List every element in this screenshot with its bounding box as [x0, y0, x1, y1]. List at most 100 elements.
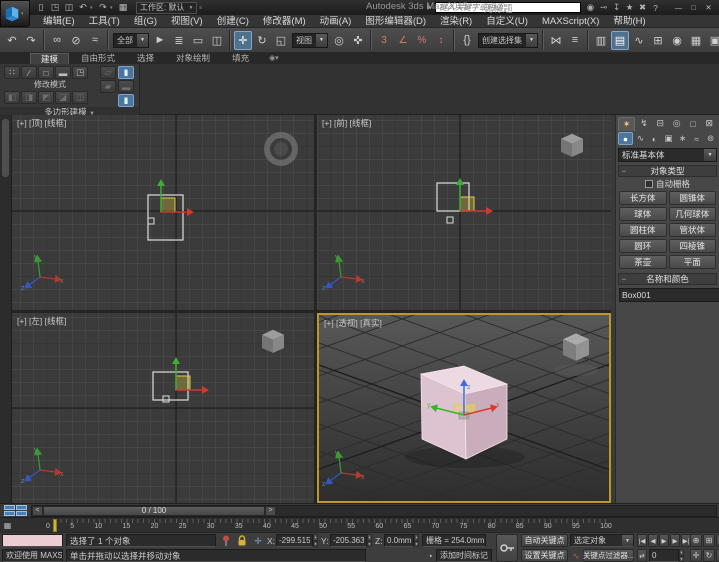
- create-tab[interactable]: ✶: [618, 117, 635, 131]
- object-name-field[interactable]: [619, 288, 719, 302]
- scrollbar-thumb[interactable]: [2, 119, 9, 177]
- render-setup-icon[interactable]: ▦: [687, 31, 705, 50]
- go-to-start-icon[interactable]: |◀: [637, 534, 647, 547]
- previous-frame-icon[interactable]: ◀: [648, 534, 658, 547]
- menu-item-2[interactable]: 组(G): [127, 15, 164, 28]
- systems-category[interactable]: ⊚: [704, 132, 717, 145]
- geometry-category[interactable]: ●: [618, 132, 633, 145]
- edge-mode-icon[interactable]: ∕: [21, 66, 37, 79]
- key-filter-curve-icon[interactable]: ∿: [570, 550, 582, 562]
- cameras-category[interactable]: ▣: [662, 132, 675, 145]
- toggle-scene-explorer-panel-icon[interactable]: ▬: [118, 80, 134, 93]
- ribbon-tab-0[interactable]: 建模: [30, 53, 69, 64]
- select-object-icon[interactable]: ►: [151, 31, 169, 50]
- preview-selection-icon[interactable]: ◩: [38, 91, 54, 104]
- menu-item-7[interactable]: 图形编辑器(D): [358, 15, 433, 28]
- ribbon-tab-1[interactable]: 自由形式: [71, 53, 125, 64]
- preserve-uvs-icon[interactable]: ▰: [100, 80, 116, 93]
- menu-item-4[interactable]: 创建(C): [210, 15, 256, 28]
- object-button-3[interactable]: 几何球体: [669, 207, 717, 221]
- ribbon-tab-2[interactable]: 选择: [127, 53, 164, 64]
- search-icon[interactable]: ◉: [584, 2, 597, 14]
- key-mode-dropdown[interactable]: 选定对象 ▼: [570, 534, 634, 547]
- window-crossing-icon[interactable]: ◫: [208, 31, 226, 50]
- z-coordinate-field[interactable]: [384, 534, 414, 547]
- hierarchy-tab[interactable]: ⊟: [653, 117, 668, 131]
- vertex-mode-icon[interactable]: ∷: [4, 66, 20, 79]
- viewport-perspective-canvas[interactable]: zxyxyz: [319, 315, 609, 501]
- close-button[interactable]: ✕: [701, 2, 716, 13]
- set-key-button[interactable]: 设置关键点: [521, 549, 568, 562]
- frame-spinner[interactable]: ▲▼: [679, 549, 684, 562]
- orbit-icon[interactable]: ↻: [703, 549, 715, 562]
- project-folder-icon[interactable]: ▦: [116, 2, 130, 14]
- save-file-icon[interactable]: ◫: [62, 2, 76, 14]
- select-by-name-icon[interactable]: ≣: [170, 31, 188, 50]
- ribbon-minimize-icon[interactable]: ◉▾: [269, 53, 279, 64]
- auto-key-button[interactable]: 自动关键点: [521, 534, 568, 547]
- next-frame-icon[interactable]: ▶: [670, 534, 680, 547]
- space-warps-category[interactable]: ≈: [690, 132, 703, 145]
- curve-editor-icon[interactable]: ∿: [630, 31, 648, 50]
- ribbon-tab-3[interactable]: 对象绘制: [166, 53, 220, 64]
- toggle-viewport-tabs-icon[interactable]: ▮: [118, 94, 134, 107]
- new-scene-icon[interactable]: ▯: [34, 2, 48, 14]
- name-color-rollout[interactable]: − 名称和颜色: [618, 273, 717, 285]
- viewport-top[interactable]: [+] [顶] [线框] xyz: [12, 115, 314, 310]
- bind-to-space-warp-icon[interactable]: ≈: [86, 31, 104, 50]
- border-mode-icon[interactable]: □: [38, 66, 54, 79]
- help-icon[interactable]: ?: [649, 2, 662, 14]
- full-interactivity-icon[interactable]: ◨: [21, 91, 37, 104]
- primitive-category-dropdown[interactable]: 标准基本体 ▼: [618, 148, 717, 162]
- qat-overflow-icon[interactable]: ≡: [199, 5, 205, 11]
- snaps-toggle-icon[interactable]: 3: [375, 31, 393, 50]
- key-filters-button[interactable]: 关键点过滤器...: [583, 549, 634, 562]
- mirror-icon[interactable]: ⋈: [547, 31, 565, 50]
- reference-coordinate-system-dropdown[interactable]: 视图▼: [292, 33, 328, 48]
- minimize-button[interactable]: —: [671, 2, 686, 13]
- use-pivot-point-center-icon[interactable]: ◎: [330, 31, 348, 50]
- absolute-mode-transform-icon[interactable]: ✛: [252, 535, 264, 547]
- select-and-move-icon[interactable]: ✛: [234, 31, 252, 50]
- toggle-layer-explorer-icon[interactable]: ▤: [611, 31, 629, 50]
- menu-item-10[interactable]: MAXScript(X): [535, 15, 607, 28]
- collapse-stack-icon[interactable]: ◫: [72, 91, 88, 104]
- menu-item-11[interactable]: 帮助(H): [606, 15, 652, 28]
- object-button-1[interactable]: 圆锥体: [669, 191, 717, 205]
- menu-item-6[interactable]: 动画(A): [313, 15, 359, 28]
- ribbon-tab-4[interactable]: 填充: [222, 53, 259, 64]
- schematic-view-icon[interactable]: ⊞: [649, 31, 667, 50]
- select-and-rotate-icon[interactable]: ↻: [253, 31, 271, 50]
- menu-item-1[interactable]: 工具(T): [82, 15, 127, 28]
- menu-item-0[interactable]: 编辑(E): [36, 15, 82, 28]
- select-and-manipulate-icon[interactable]: ✜: [349, 31, 367, 50]
- display-tab[interactable]: □: [685, 117, 700, 131]
- align-icon[interactable]: ≡: [566, 31, 584, 50]
- menu-item-3[interactable]: 视图(V): [164, 15, 210, 28]
- x-spinner[interactable]: ▲▼: [313, 534, 318, 547]
- viewport-top-label[interactable]: [+] [顶] [线框]: [17, 117, 66, 129]
- viewport-left-canvas[interactable]: xyz: [12, 313, 314, 503]
- menu-item-8[interactable]: 渲染(R): [433, 15, 479, 28]
- viewport-perspective[interactable]: [+] [透视] [真实] zxyxyz: [317, 313, 611, 503]
- toggle-scene-explorer-icon[interactable]: ▥: [592, 31, 610, 50]
- undo-icon[interactable]: ↶: [76, 2, 90, 14]
- track-bar[interactable]: ▦ 05101520253035404550556065707580859095…: [0, 517, 719, 532]
- workspace-dropdown[interactable]: 工作区: 默认 ▼: [136, 2, 197, 14]
- y-coordinate-field[interactable]: [330, 534, 367, 547]
- set-keys-button[interactable]: [496, 534, 518, 562]
- element-mode-icon[interactable]: ◳: [72, 66, 88, 79]
- pan-view-icon[interactable]: ✛: [690, 549, 702, 562]
- material-editor-icon[interactable]: ◉: [668, 31, 686, 50]
- named-selection-sets-dropdown[interactable]: 创建选择集▼: [478, 33, 538, 48]
- object-button-0[interactable]: 长方体: [619, 191, 667, 205]
- redo-icon[interactable]: ↷: [96, 2, 110, 14]
- maximize-button[interactable]: □: [686, 2, 701, 13]
- object-button-9[interactable]: 平面: [669, 255, 717, 269]
- selection-lock-icon[interactable]: [236, 535, 248, 547]
- previous-frame-arrow[interactable]: <: [32, 506, 43, 516]
- viewport-top-canvas[interactable]: xyz: [12, 115, 314, 310]
- selection-filter-dropdown[interactable]: 全部▼: [113, 33, 149, 48]
- viewport-perspective-label[interactable]: [+] [透视] [真实]: [324, 317, 382, 329]
- autogrid-checkbox[interactable]: [645, 180, 653, 188]
